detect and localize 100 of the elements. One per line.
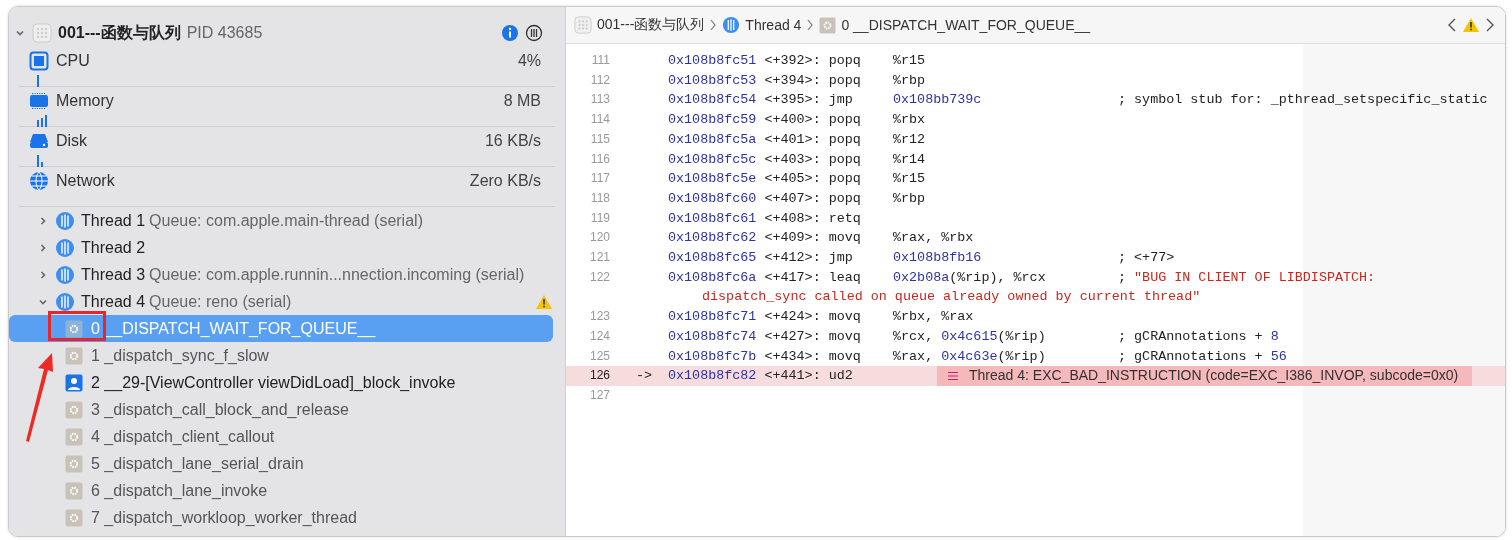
instruction-address: 0x108b8fc5e <box>668 170 757 189</box>
instruction-mnemonic: popq <box>828 111 862 130</box>
instruction-mnemonic: popq <box>828 150 862 169</box>
annotation-box <box>48 311 106 341</box>
gear-icon <box>65 319 83 338</box>
instruction-offset: <+401>: <box>764 130 822 149</box>
stack-frame[interactable]: 3 _dispatch_call_block_and_release <box>9 396 553 423</box>
line-number: 112 <box>589 71 610 89</box>
instruction-operands: %rbx, %rax <box>893 308 975 327</box>
instruction-offset: <+407>: <box>764 189 822 208</box>
stack-frame[interactable]: 7 _dispatch_workloop_worker_thread <box>9 504 553 531</box>
instruction-address: 0x108b8fc51 <box>668 52 757 70</box>
instruction-operands: %rax, 0x4c63e(%rip) <box>893 347 1047 366</box>
stack-frame[interactable]: 2 __29-[ViewController viewDidLoad]_block_invoke <box>9 369 553 396</box>
instruction-offset: <+409>: <box>764 229 822 248</box>
gear-icon <box>65 400 83 419</box>
gauge-label: CPU <box>56 52 90 70</box>
instruction-offset: <+424>: <box>764 308 822 327</box>
instruction-address: 0x108b8fc65 <box>668 249 757 268</box>
instruction-address: 0x108b8fc5c <box>668 150 757 169</box>
instruction-offset: <+427>: <box>764 327 822 346</box>
info-icon[interactable] <box>501 24 519 42</box>
line-number: 117 <box>589 170 610 188</box>
sparkline-drawing <box>37 115 47 127</box>
line-number: 121 <box>588 249 610 267</box>
gauge-label: Network <box>56 172 115 190</box>
thread-name: Thread 1 <box>81 211 146 230</box>
instruction-address: 0x108b8fc7b <box>668 347 757 366</box>
line-number: 124 <box>588 327 610 345</box>
breadcrumb-item[interactable]: Thread 4 <box>722 16 802 34</box>
stack-frame[interactable]: 4 _dispatch_client_callout <box>9 423 553 450</box>
instruction-operands: %rbx <box>893 111 927 130</box>
instruction-address: 0x108b8fc54 <box>668 91 757 110</box>
instruction-mnemonic: ud2 <box>828 367 854 386</box>
instruction-address: 0x108b8fc6a <box>668 268 757 287</box>
memory-icon <box>29 91 49 111</box>
instruction-mnemonic: popq <box>828 170 862 189</box>
thread-icon <box>722 16 741 34</box>
forward-icon[interactable] <box>1485 17 1495 33</box>
thread-icon <box>55 264 75 285</box>
gear-icon <box>65 454 83 473</box>
instruction-operands: 0x108b8fb16 <box>893 249 983 268</box>
stack-frame[interactable]: 5 _dispatch_lane_serial_drain <box>9 450 553 477</box>
sparkline-drawing <box>37 155 43 167</box>
gauge-value: Zero KB/s <box>469 172 541 190</box>
error-banner: Thread 4: EXC_BAD_INSTRUCTION (code=EXC_I386_INVOP, subcode=0x0) <box>937 366 1473 386</box>
line-number: 119 <box>589 209 610 227</box>
line-number: 127 <box>588 386 610 404</box>
chevron-icon <box>806 18 815 32</box>
process-name: 001---函数与队列 <box>58 22 181 43</box>
gear-icon <box>65 346 83 365</box>
thread-icon[interactable] <box>525 24 543 42</box>
instruction-address: 0x108b8fc60 <box>668 189 757 208</box>
instruction-offset: <+434>: <box>764 347 822 366</box>
warning-icon[interactable] <box>1462 17 1480 33</box>
instruction-mnemonic: popq <box>828 71 862 90</box>
thread-name: Thread 2 <box>81 238 146 257</box>
line-number: 123 <box>588 308 610 326</box>
menu-icon[interactable] <box>947 371 959 382</box>
stack-frame[interactable]: 6 _dispatch_lane_invoke <box>9 477 553 504</box>
queue-label: Queue: com.apple.main-thread (serial) <box>149 211 423 230</box>
instruction-offset: <+441>: <box>764 367 822 386</box>
stack-frame[interactable]: 1 _dispatch_sync_f_slow <box>9 342 553 369</box>
code-comment: ; gCRAnnotations + 8 <box>1118 327 1279 346</box>
line-number: 125 <box>588 347 610 365</box>
queue-label: Queue: reno (serial) <box>149 292 292 311</box>
instruction-offset: <+417>: <box>764 268 822 287</box>
instruction-mnemonic: movq <box>828 308 862 327</box>
chip-icon <box>29 51 49 71</box>
breadcrumb-item[interactable]: 0 __DISPATCH_WAIT_FOR_QUEUE__ <box>819 16 1091 34</box>
instruction-pointer: -> <box>636 368 653 384</box>
instruction-address: 0x108b8fc61 <box>668 209 757 228</box>
instruction-offset: <+408>: <box>764 209 822 228</box>
code-comment: dispatch_sync called on queue already owned by current thread" <box>701 288 1202 307</box>
gear-icon <box>65 508 83 527</box>
instruction-operands: %r15 <box>893 170 927 189</box>
instruction-offset: <+392>: <box>764 52 822 70</box>
gauge-label: Memory <box>56 92 114 110</box>
instruction-address: 0x108b8fc71 <box>668 308 757 327</box>
instruction-address: 0x108b8fc59 <box>668 111 757 130</box>
line-number: 114 <box>589 111 610 129</box>
sparkline-drawing <box>37 75 39 87</box>
person-icon <box>65 373 83 392</box>
line-number: 118 <box>589 189 610 207</box>
instruction-mnemonic: jmp <box>828 249 854 268</box>
instruction-operands: %r15 <box>893 52 927 70</box>
breadcrumb-item[interactable]: 001---函数与队列 <box>574 16 705 34</box>
code-comment: ; gCRAnnotations + 56 <box>1118 347 1287 366</box>
code-comment: ; "BUG IN CLIENT OF LIBDISPATCH: <box>1118 268 1376 287</box>
instruction-mnemonic: movq <box>828 347 862 366</box>
back-icon[interactable] <box>1447 17 1457 33</box>
instruction-mnemonic: popq <box>828 130 862 149</box>
app-icon <box>32 23 52 43</box>
instruction-offset: <+395>: <box>764 91 822 110</box>
instruction-offset: <+405>: <box>764 170 822 189</box>
gear-icon <box>65 427 83 446</box>
line-number: 113 <box>589 91 610 109</box>
instruction-operands: %rbp <box>893 71 927 90</box>
line-number: 115 <box>589 130 610 148</box>
app-icon <box>574 16 592 34</box>
